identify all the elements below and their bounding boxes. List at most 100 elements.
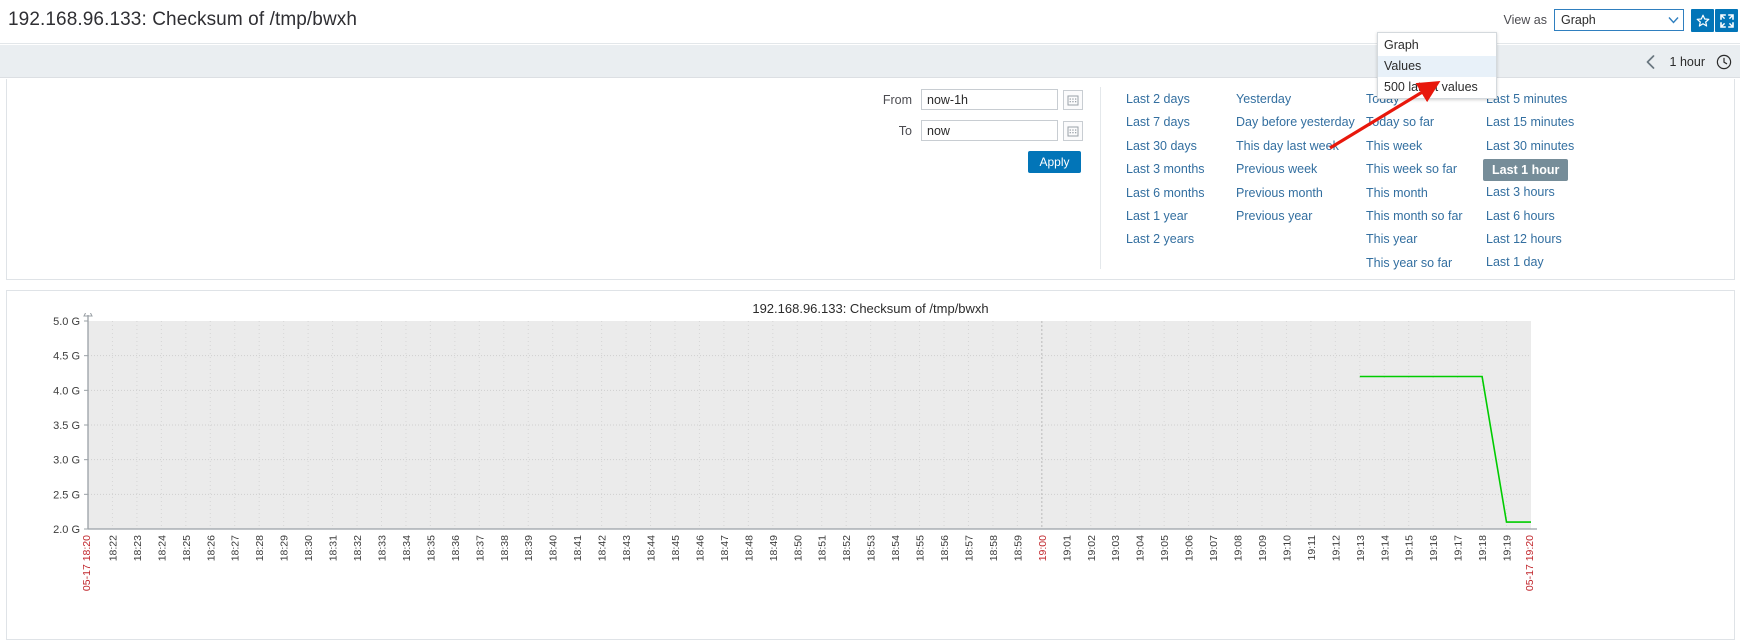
x-tick-label: 19:17: [1453, 535, 1465, 561]
view-as-select[interactable]: Graph: [1554, 9, 1684, 31]
from-calendar-button[interactable]: [1063, 89, 1083, 110]
x-tick-label: 18:51: [817, 535, 829, 561]
quick-range-link[interactable]: Last 30 minutes: [1483, 135, 1603, 158]
x-tick-label: 19:14: [1379, 535, 1391, 561]
x-tick-label: 18:38: [499, 535, 511, 561]
x-tick-label: 18:53: [866, 535, 878, 561]
quick-range-column-4: Last 5 minutes Last 15 minutes Last 30 min…: [1483, 88, 1603, 275]
quick-range-link[interactable]: Last 5 minutes: [1483, 88, 1603, 111]
x-tick-label: 19:09: [1257, 535, 1269, 561]
x-tick-label: 18:42: [597, 535, 609, 561]
from-input[interactable]: [921, 89, 1058, 110]
x-tick-label: 18:33: [376, 535, 388, 561]
y-tick-label: 3.0 G: [53, 455, 80, 467]
x-tick-label: 18:49: [768, 535, 780, 561]
quick-range-link[interactable]: This month: [1363, 182, 1483, 205]
x-tick-label: 19:16: [1428, 535, 1440, 561]
x-tick-label: 18:46: [694, 535, 706, 561]
add-to-favorites-button[interactable]: [1691, 9, 1714, 32]
quick-range-link[interactable]: This year so far: [1363, 252, 1483, 275]
view-as-option[interactable]: 500 latest values: [1378, 77, 1496, 98]
x-tick-label: 19:01: [1061, 535, 1073, 561]
quick-range-link[interactable]: Previous month: [1233, 182, 1363, 205]
to-row: To: [872, 120, 1083, 141]
y-tick-label: 2.0 G: [53, 524, 80, 536]
quick-range-link[interactable]: Last 30 days: [1123, 135, 1233, 158]
quick-range-link[interactable]: Last 3 hours: [1483, 181, 1603, 204]
calendar-icon: [1067, 94, 1079, 106]
star-icon: [1696, 14, 1710, 28]
x-tick-label: 18:37: [474, 535, 486, 561]
x-tick-label: 19:18: [1477, 535, 1489, 561]
from-row: From: [872, 89, 1083, 110]
kiosk-mode-button[interactable]: [1715, 9, 1738, 32]
y-tick-label: 2.5 G: [53, 489, 80, 501]
x-tick-label: 18:47: [719, 535, 731, 561]
x-tick-label: 18:23: [132, 535, 144, 561]
time-range-label[interactable]: 1 hour: [1670, 55, 1705, 69]
quick-range-link[interactable]: Last 7 days: [1123, 111, 1233, 134]
view-as-dropdown-list[interactable]: Graph Values 500 latest values: [1377, 32, 1497, 99]
x-tick-label: 18:31: [328, 535, 340, 561]
quick-range-link[interactable]: Last 1 hour: [1483, 159, 1569, 182]
x-tick-label: 18:45: [670, 535, 682, 561]
quick-range-link[interactable]: Last 6 months: [1123, 182, 1233, 205]
quick-range-link[interactable]: This month so far: [1363, 205, 1483, 228]
chevron-left-icon[interactable]: [1643, 54, 1659, 70]
quick-range-link[interactable]: Last 2 days: [1123, 88, 1233, 111]
graph-canvas[interactable]: 18:22 18:23 18:24 18:25 18:26 18:27 18:28 18:29…: [7, 313, 1736, 639]
view-as-option[interactable]: Graph: [1378, 35, 1496, 56]
to-label: To: [898, 123, 912, 138]
quick-range-link[interactable]: This week: [1363, 135, 1483, 158]
clock-icon[interactable]: [1716, 54, 1732, 70]
quick-range-link[interactable]: Last 1 year: [1123, 205, 1233, 228]
x-axis-end-label: 05-17 19:20: [1524, 535, 1536, 591]
x-tick-label: 19:13: [1355, 535, 1367, 561]
to-calendar-button[interactable]: [1063, 120, 1083, 141]
quick-range-link[interactable]: Last 3 months: [1123, 158, 1233, 181]
x-tick-label: 19:02: [1086, 535, 1098, 561]
quick-range-column-1: Last 2 days Last 7 days Last 30 days Last 3…: [1123, 88, 1233, 275]
x-tick-label: 19:15: [1404, 535, 1416, 561]
x-tick-label: 18:41: [572, 535, 584, 561]
x-tick-label: 18:28: [254, 535, 266, 561]
x-tick-label: 18:55: [915, 535, 927, 561]
to-input[interactable]: [921, 120, 1058, 141]
quick-range-link[interactable]: Last 15 minutes: [1483, 111, 1603, 134]
view-as-label: View as: [1503, 13, 1547, 27]
x-tick-label: 18:43: [621, 535, 633, 561]
quick-range-link[interactable]: Day before yesterday: [1233, 111, 1363, 134]
quick-range-link[interactable]: Today so far: [1363, 111, 1483, 134]
fullscreen-icon: [1719, 13, 1734, 28]
quick-range-link[interactable]: Last 6 hours: [1483, 205, 1603, 228]
x-tick-label: 19:19: [1502, 535, 1514, 561]
x-tick-label: 18:44: [646, 535, 658, 561]
x-tick-label: 18:29: [279, 535, 291, 561]
view-as-option[interactable]: Values: [1378, 56, 1496, 77]
x-tick-label: 18:40: [548, 535, 560, 561]
x-tick-label: 18:58: [988, 535, 1000, 561]
x-tick-label: 18:32: [352, 535, 364, 561]
quick-range-link[interactable]: Previous year: [1233, 205, 1363, 228]
quick-range-link[interactable]: Last 2 years: [1123, 228, 1233, 251]
quick-range-link[interactable]: Last 1 day: [1483, 251, 1603, 274]
apply-button[interactable]: Apply: [1028, 151, 1081, 173]
quick-range-link[interactable]: This week so far: [1363, 158, 1483, 181]
view-as-control: View as Graph: [1503, 9, 1684, 31]
chevron-down-icon: [1668, 16, 1679, 25]
quick-range-link[interactable]: Previous week: [1233, 158, 1363, 181]
x-tick-label: 18:30: [303, 535, 315, 561]
quick-range-column-3: Today Today so far This week This week so f…: [1363, 88, 1483, 275]
quick-range-link[interactable]: Last 12 hours: [1483, 228, 1603, 251]
graph-card: 192.168.96.133: Checksum of /tmp/bwxh 18…: [6, 290, 1735, 640]
quick-range-link[interactable]: This day last week: [1233, 135, 1363, 158]
view-as-selected-value: Graph: [1561, 13, 1596, 27]
quick-range-link[interactable]: Yesterday: [1233, 88, 1363, 111]
quick-range-link[interactable]: This year: [1363, 228, 1483, 251]
x-tick-label: 18:50: [792, 535, 804, 561]
from-label: From: [882, 92, 912, 107]
x-tick-label: 18:54: [890, 535, 902, 561]
x-tick-label: 19:00: [1037, 535, 1049, 561]
quick-ranges: Last 2 days Last 7 days Last 30 days Last 3…: [1123, 88, 1603, 275]
x-tick-label: 19:11: [1306, 535, 1318, 561]
